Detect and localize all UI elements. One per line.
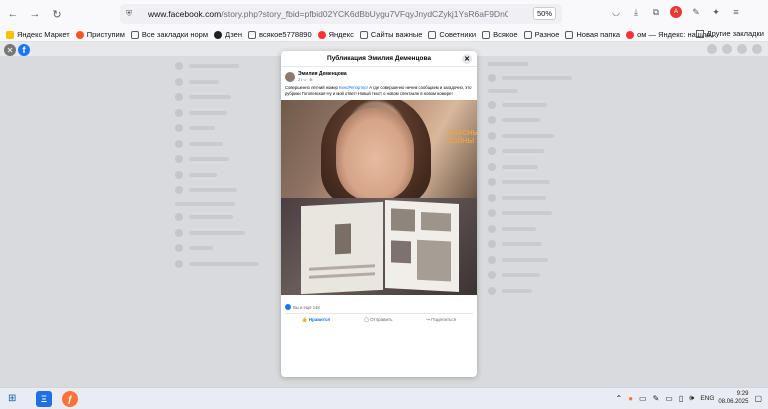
post-link[interactable]: КиноРепортер! (339, 85, 368, 90)
chevron-up-icon[interactable]: ⌃ (615, 394, 622, 403)
share-button[interactable]: ↪ Поделиться (426, 317, 456, 323)
yandex-icon (626, 30, 635, 39)
folder-icon (359, 30, 368, 39)
market-icon (6, 30, 14, 39)
bookmark-item[interactable]: Яндекс Маркет (6, 30, 70, 39)
avatar[interactable] (285, 71, 295, 82)
yandex-icon (317, 30, 326, 39)
bookmark-folder[interactable]: всякое5778890 (248, 30, 312, 39)
clock[interactable]: 9:29 08.06.2025 (718, 390, 748, 406)
menu-icon[interactable]: ≡ (730, 6, 742, 18)
reactions-summary[interactable]: Вы и ещё 148 (285, 304, 320, 310)
like-button[interactable]: 👍 Нравится (302, 317, 330, 323)
bookmark-folder[interactable]: Новая папка (565, 30, 620, 39)
pocket-icon[interactable]: ◡ (610, 6, 622, 18)
magazine-text: ОПАСНЫЕ ВОЙНЫ (447, 130, 477, 145)
notifications-icon[interactable] (737, 44, 747, 54)
like-icon (285, 304, 291, 310)
zoom-indicator[interactable]: 50% (532, 7, 556, 20)
page-content: ✕ f Публикация Эмилия Деменцова ✕ Эмилия… (0, 42, 768, 387)
menu-icon[interactable] (707, 44, 717, 54)
network-icon[interactable]: ▯ (679, 394, 683, 403)
folder-icon (248, 30, 256, 39)
modal-header: Публикация Эмилия Деменцова ✕ (281, 51, 477, 67)
bookmark-folder[interactable]: Все закладки норм (130, 30, 208, 39)
bookmark-item[interactable]: Яндекс (317, 30, 354, 39)
taskbar: ⊞ Ξ ƒ ⌃ ● ▭ ✎ ▭ ▯ 🕪 ENG 9:29 08.06.2025 … (0, 387, 768, 409)
site-icon (75, 30, 84, 39)
url-host: www.facebook.com (148, 9, 222, 19)
windows-start-icon[interactable]: ⊞ (8, 393, 16, 404)
bookmark-folder[interactable]: Разное (523, 30, 559, 39)
reload-icon[interactable]: ↻ (48, 5, 66, 23)
bookmarks-bar: Яндекс Маркет Приступим Все закладки нор… (0, 28, 768, 42)
folder-icon (695, 29, 704, 38)
folder-icon (428, 30, 437, 39)
tray-app-icon[interactable]: ● (628, 394, 633, 403)
bookmark-item[interactable]: Приступим (75, 30, 125, 39)
screenshot-icon[interactable]: ▭ (639, 394, 647, 403)
download-icon[interactable]: ⤓ (630, 6, 642, 18)
close-icon[interactable]: ✕ (4, 44, 16, 56)
firefox-icon[interactable]: ƒ (62, 391, 78, 407)
post-author: Эмилия Деменцова 27 ч · ⊕ (281, 67, 477, 84)
browser-toolbar: ← → ↻ ⛨ www.facebook.com/story.php?story… (0, 0, 768, 28)
app-icon-blue[interactable]: Ξ (36, 391, 52, 407)
brush-icon[interactable]: ✎ (690, 6, 702, 18)
messenger-icon[interactable] (722, 44, 732, 54)
battery-icon[interactable]: ▭ (665, 394, 673, 403)
avatar[interactable] (752, 44, 762, 54)
bookmark-folder[interactable]: Всякое (482, 30, 518, 39)
post-photo-2[interactable] (281, 198, 477, 295)
extensions-icon[interactable]: ⧉ (650, 6, 662, 18)
forward-icon[interactable]: → (26, 5, 44, 23)
bookmark-folder[interactable]: Советники (428, 30, 476, 39)
send-button[interactable]: ◯ Отправить (364, 317, 393, 323)
volume-icon[interactable]: 🕪 (689, 393, 694, 403)
puzzle-icon[interactable]: ✦ (710, 6, 722, 18)
folder-icon (130, 30, 139, 39)
adblock-icon[interactable]: A (670, 6, 682, 18)
language-indicator[interactable]: ENG (700, 395, 714, 402)
folder-icon (482, 30, 491, 39)
folder-icon (523, 30, 532, 39)
shield-icon[interactable]: ⛨ (126, 9, 132, 19)
folder-icon (565, 30, 574, 39)
bookmark-item[interactable]: Дзен (214, 30, 242, 39)
url-bar[interactable]: ⛨ www.facebook.com/story.php?story_fbid=… (120, 4, 562, 24)
post-text: Совершенно летний номер КиноРепортер! А … (285, 85, 472, 96)
post-date[interactable]: 27 ч · ⊕ (298, 77, 347, 82)
pen-icon[interactable]: ✎ (653, 394, 660, 403)
notifications-icon[interactable]: ▢ (754, 394, 762, 403)
back-icon[interactable]: ← (4, 5, 22, 23)
bookmark-folder[interactable]: Сайты важные (359, 30, 422, 39)
url-path: /story.php?story_fbid=pfbid02YCK6dBbUygu… (221, 9, 508, 19)
post-modal: Публикация Эмилия Деменцова ✕ Эмилия Дем… (281, 51, 477, 377)
right-sidebar-dimmed (488, 62, 588, 302)
dzen-icon (214, 30, 222, 39)
post-actions: 👍 Нравится ◯ Отправить ↪ Поделиться (285, 313, 473, 325)
other-bookmarks[interactable]: Другие закладки (695, 29, 764, 38)
modal-title: Публикация Эмилия Деменцова (327, 55, 431, 62)
facebook-logo-icon[interactable]: f (18, 44, 30, 56)
post-photo-1[interactable]: ОПАСНЫЕ ВОЙНЫ (281, 100, 477, 198)
close-icon[interactable]: ✕ (462, 54, 472, 64)
left-sidebar-dimmed (175, 62, 265, 275)
